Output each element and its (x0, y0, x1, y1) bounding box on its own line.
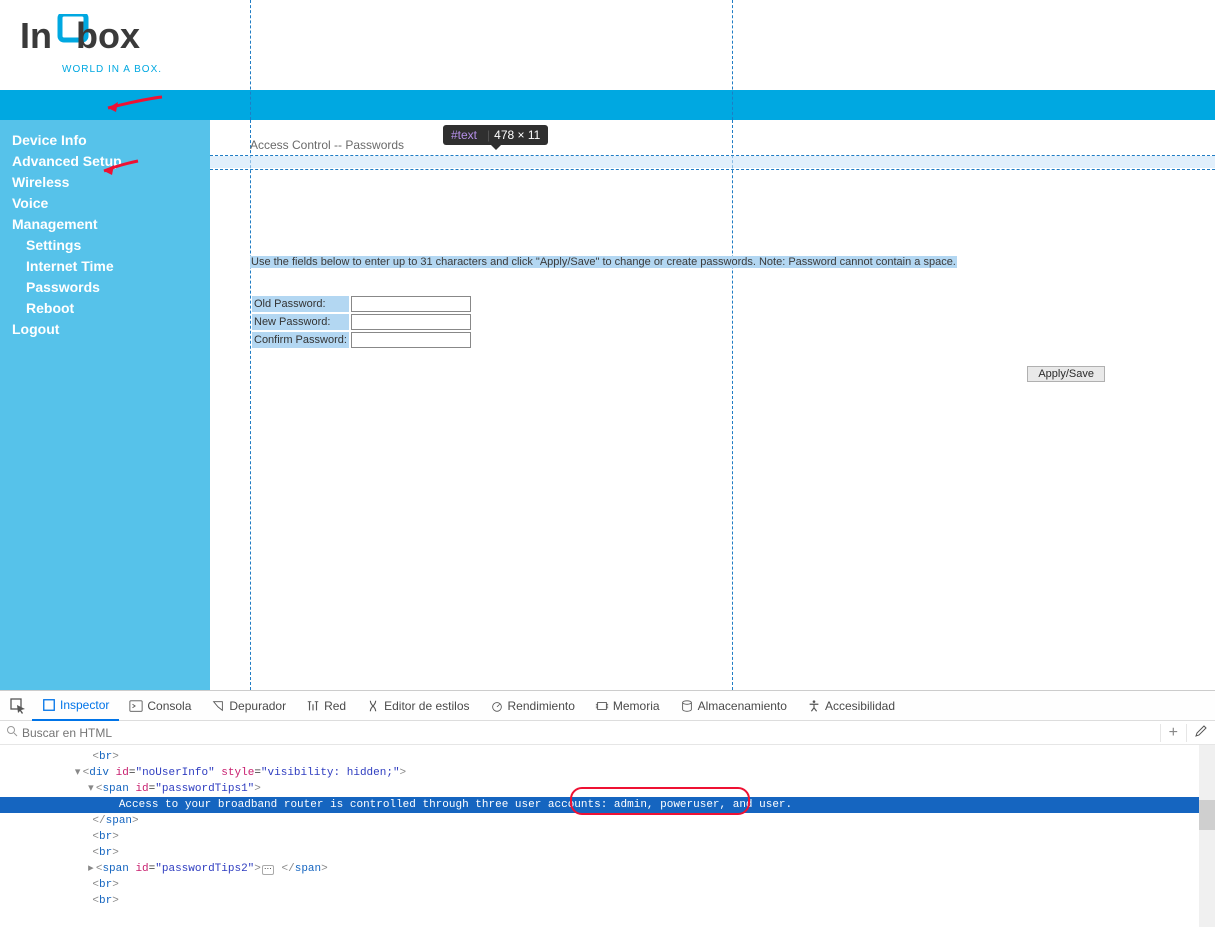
new-password-label: New Password: (252, 314, 349, 330)
tab-label: Inspector (60, 698, 109, 712)
apply-save-button[interactable]: Apply/Save (1027, 366, 1105, 382)
tab-consola[interactable]: Consola (119, 691, 201, 721)
tab-label: Editor de estilos (384, 699, 469, 713)
scrollbar[interactable] (1199, 745, 1215, 927)
table-row: Confirm Password: (252, 332, 471, 348)
header: In box WORLD IN A BOX. (0, 0, 1215, 90)
confirm-password-input[interactable] (351, 332, 471, 348)
nav-passwords[interactable]: Passwords (12, 277, 210, 298)
tab-label: Almacenamiento (698, 699, 787, 713)
devtools-panel: Inspector Consola Depurador Red Editor d… (0, 690, 1215, 927)
code-line[interactable]: <br> (0, 845, 1215, 861)
tab-label: Memoria (613, 699, 660, 713)
tab-label: Depurador (229, 699, 286, 713)
code-line[interactable]: ▸<span id="passwordTips2">⋯ </span> (0, 861, 1215, 877)
add-rule-button[interactable]: + (1160, 724, 1187, 742)
nav-settings[interactable]: Settings (12, 235, 210, 256)
sidebar: Device Info Advanced Setup Wireless Voic… (0, 120, 210, 690)
old-password-label: Old Password: (252, 296, 349, 312)
devtools-dom-tree[interactable]: <br> ▾<div id="noUserInfo" style="visibi… (0, 745, 1215, 927)
code-line[interactable]: <br> (0, 893, 1215, 909)
network-icon (306, 699, 320, 713)
page-title: Access Control -- Passwords (250, 138, 404, 152)
tab-accesibilidad[interactable]: Accesibilidad (797, 691, 905, 721)
overlay-guide (250, 0, 251, 120)
overlay-guide (210, 169, 1215, 170)
memory-icon (595, 699, 609, 713)
svg-text:box: box (76, 15, 140, 56)
overlay-guide (732, 120, 733, 690)
tab-memoria[interactable]: Memoria (585, 691, 670, 721)
nav-reboot[interactable]: Reboot (12, 298, 210, 319)
overlay-guide (210, 155, 1215, 156)
tab-editor-estilos[interactable]: Editor de estilos (356, 691, 479, 721)
console-icon (129, 699, 143, 713)
nav-advanced-setup[interactable]: Advanced Setup (12, 151, 210, 172)
code-line[interactable]: <br> (0, 829, 1215, 845)
devtools-tabs: Inspector Consola Depurador Red Editor d… (0, 691, 1215, 721)
tab-inspector[interactable]: Inspector (32, 691, 119, 721)
performance-icon (490, 699, 504, 713)
devtools-search-bar: + (0, 721, 1215, 745)
tab-rendimiento[interactable]: Rendimiento (480, 691, 585, 721)
eyedropper-button[interactable] (1193, 725, 1209, 741)
help-text: Use the fields below to enter up to 31 c… (250, 256, 957, 268)
element-picker-button[interactable] (8, 696, 28, 716)
nav-internet-time[interactable]: Internet Time (12, 256, 210, 277)
brand-logo: In box WORLD IN A BOX. (20, 0, 1215, 75)
tab-label: Rendimiento (508, 699, 575, 713)
nav-wireless[interactable]: Wireless (12, 172, 210, 193)
code-line[interactable]: </span> (0, 813, 1215, 829)
nav-device-info[interactable]: Device Info (12, 130, 210, 151)
nav-logout[interactable]: Logout (12, 319, 210, 340)
new-password-input[interactable] (351, 314, 471, 330)
accessibility-icon (807, 699, 821, 713)
code-line-selected[interactable]: Access to your broadband router is contr… (0, 797, 1215, 813)
tooltip-divider: | (487, 128, 490, 142)
code-line[interactable]: ▾<span id="passwordTips1"> (0, 781, 1215, 797)
inspector-tooltip: #text | 478 × 11 (443, 125, 548, 145)
brand-tagline: WORLD IN A BOX. (62, 64, 1215, 75)
debugger-icon (211, 699, 225, 713)
tab-label: Red (324, 699, 346, 713)
code-line[interactable]: ▾<div id="noUserInfo" style="visibility:… (0, 765, 1215, 781)
search-icon (6, 725, 18, 740)
overlay-highlight (210, 156, 1215, 168)
nav-management[interactable]: Management (12, 214, 210, 235)
tab-label: Accesibilidad (825, 699, 895, 713)
overlay-guide (250, 120, 251, 690)
storage-icon (680, 699, 694, 713)
tooltip-tag-name: #text (451, 128, 477, 142)
tab-red[interactable]: Red (296, 691, 356, 721)
main-layout: Device Info Advanced Setup Wireless Voic… (0, 120, 1215, 690)
scrollbar-thumb[interactable] (1199, 800, 1215, 830)
tab-label: Consola (147, 699, 191, 713)
code-line[interactable]: <br> (0, 877, 1215, 893)
table-row: Old Password: (252, 296, 471, 312)
code-line[interactable]: <br> (0, 749, 1215, 765)
password-form: Old Password: New Password: Confirm Pass… (250, 294, 473, 350)
header-accent-bar (0, 90, 1215, 120)
confirm-password-label: Confirm Password: (252, 332, 349, 348)
overlay-guide (732, 0, 733, 120)
search-input[interactable] (18, 726, 1160, 740)
inspector-icon (42, 698, 56, 712)
inbox-logo-icon: In box (20, 14, 190, 62)
old-password-input[interactable] (351, 296, 471, 312)
tab-almacenamiento[interactable]: Almacenamiento (670, 691, 797, 721)
tab-depurador[interactable]: Depurador (201, 691, 296, 721)
nav-voice[interactable]: Voice (12, 193, 210, 214)
tooltip-dimensions: 478 × 11 (494, 128, 540, 142)
table-row: New Password: (252, 314, 471, 330)
svg-text:In: In (20, 15, 52, 56)
styles-icon (366, 699, 380, 713)
content-area: Access Control -- Passwords #text | 478 … (210, 120, 1215, 690)
